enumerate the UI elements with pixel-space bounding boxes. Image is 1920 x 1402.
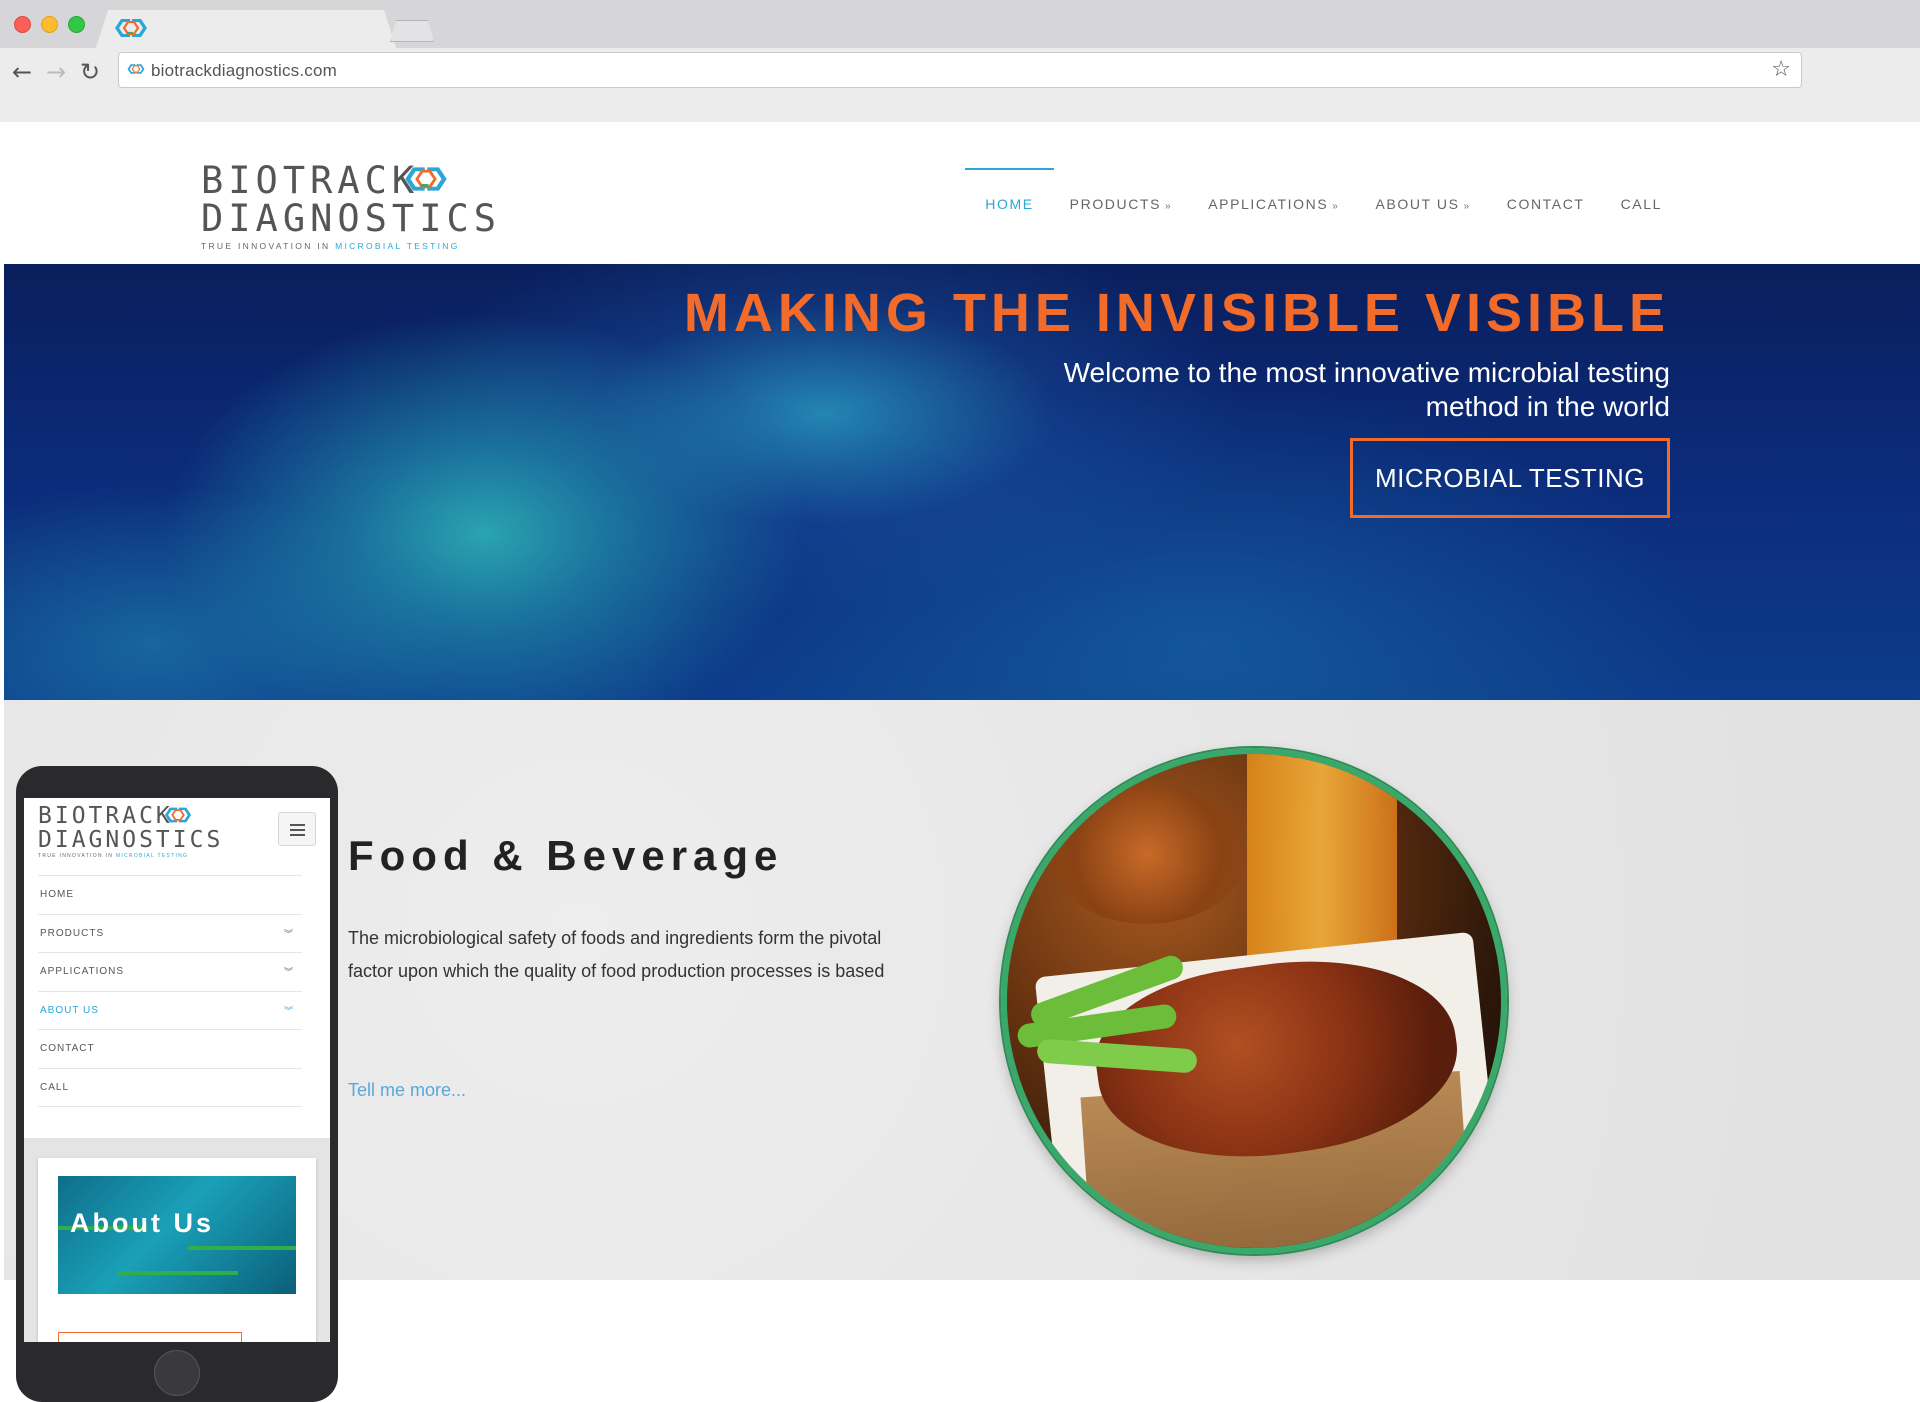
microbial-testing-button[interactable]: MICROBIAL TESTING — [1350, 438, 1670, 518]
tagline-part-1: TRUE INNOVATION IN — [201, 241, 336, 251]
hamburger-menu-icon[interactable] — [278, 812, 316, 846]
site-favicon-icon — [127, 62, 145, 81]
hero-banner: MAKING THE INVISIBLE VISIBLE Welcome to … — [4, 264, 1920, 700]
feature-title: Food & Beverage — [348, 832, 784, 879]
mobile-nav-home[interactable]: HOME — [38, 876, 302, 915]
back-arrow-icon[interactable]: ← — [12, 58, 32, 86]
feature-description: The microbiological safety of foods and … — [348, 928, 885, 981]
hero-subtitle: Welcome to the most innovative microbial… — [1063, 357, 1670, 422]
nav-about-us-label: ABOUT US — [1375, 196, 1460, 212]
logo-tagline: TRUE INNOVATION IN MICROBIAL TESTING — [201, 241, 501, 251]
mobile-nav-contact[interactable]: CONTACT — [38, 1030, 302, 1069]
nav-products-label: PRODUCTS — [1069, 196, 1162, 212]
mobile-logo[interactable]: BIOTRACK DIAGNOSTICS TRUE INNOVATION IN … — [38, 804, 223, 859]
mobile-tagline-part-1: TRUE INNOVATION IN — [38, 853, 116, 859]
nav-call-label: CALL — [1620, 196, 1662, 212]
nav-home[interactable]: HOME — [965, 168, 1055, 212]
nav-applications[interactable]: APPLICATIONS» — [1190, 196, 1357, 212]
minimize-window-button[interactable] — [41, 16, 58, 33]
mobile-tagline-part-2: MICROBIAL TESTING — [115, 853, 189, 859]
logo-mark-icon — [404, 164, 448, 199]
browser-chrome: ← → ↻ biotrackdiagnostics.com ☆ — [0, 0, 1920, 122]
railing-shape — [188, 1246, 296, 1250]
site-favicon-icon — [114, 17, 148, 44]
mobile-logo-line-2: DIAGNOSTICS — [38, 827, 224, 853]
mobile-nav-call-label: CALL — [40, 1081, 70, 1093]
chevron-down-icon: ︾ — [283, 928, 294, 939]
nav-applications-label: APPLICATIONS — [1208, 196, 1329, 212]
chevron-down-icon: » — [1332, 201, 1340, 212]
web-page: BIOTRACK DIAGNOSTICS TRUE INNOVATION IN … — [0, 122, 1920, 1402]
nav-call[interactable]: CALL — [1603, 196, 1680, 212]
site-logo[interactable]: BIOTRACK DIAGNOSTICS TRUE INNOVATION IN … — [201, 159, 502, 252]
food-image — [1001, 748, 1507, 1254]
about-us-card-button[interactable] — [58, 1332, 242, 1342]
mobile-nav-products-label: PRODUCTS — [40, 927, 105, 939]
reload-icon[interactable]: ↻ — [80, 58, 100, 86]
nav-products[interactable]: PRODUCTS» — [1052, 196, 1191, 212]
nav-home-label: HOME — [985, 196, 1034, 212]
mobile-nav: HOME PRODUCTS ︾ APPLICATIONS ︾ ABOUT US ︾ C… — [38, 875, 302, 1107]
chevron-down-icon: ︾ — [283, 1005, 294, 1016]
mobile-nav-applications-label: APPLICATIONS — [40, 966, 125, 977]
onion-rings-shape — [1047, 784, 1247, 924]
window-controls — [14, 16, 85, 33]
maximize-window-button[interactable] — [68, 16, 85, 33]
chevron-down-icon: » — [1165, 201, 1173, 212]
about-us-card-title: About Us — [70, 1208, 214, 1238]
browser-tab[interactable] — [96, 10, 396, 48]
mobile-logo-tagline: TRUE INNOVATION IN MICROBIAL TESTING — [38, 853, 223, 859]
logo-line-1: BIOTRACK — [201, 159, 420, 202]
forward-arrow-icon[interactable]: → — [46, 58, 66, 86]
main-nav: HOME PRODUCTS» APPLICATIONS» ABOUT US» C… — [965, 168, 1680, 212]
tagline-part-2: MICROBIAL TESTING — [335, 241, 460, 251]
mobile-nav-applications[interactable]: APPLICATIONS ︾ — [38, 953, 302, 992]
nav-contact[interactable]: CONTACT — [1489, 196, 1603, 212]
browser-toolbar: ← → ↻ biotrackdiagnostics.com ☆ — [0, 48, 1920, 122]
logo-line-2: DIAGNOSTICS — [201, 197, 502, 240]
nav-about-us[interactable]: ABOUT US» — [1357, 196, 1488, 212]
address-bar[interactable]: biotrackdiagnostics.com ☆ — [118, 52, 1802, 88]
about-us-image: About Us — [58, 1176, 296, 1294]
mobile-nav-products[interactable]: PRODUCTS ︾ — [38, 915, 302, 953]
railing-shape — [118, 1271, 238, 1275]
phone-screen: BIOTRACK DIAGNOSTICS TRUE INNOVATION IN … — [24, 798, 330, 1342]
mobile-logo-line-1: BIOTRACK — [38, 803, 173, 829]
close-window-button[interactable] — [14, 16, 31, 33]
mobile-nav-about-us-label: ABOUT US — [40, 1004, 99, 1016]
new-tab-button[interactable] — [390, 20, 434, 42]
tell-me-more-link[interactable]: Tell me more... — [348, 1080, 466, 1101]
chevron-down-icon: ︾ — [283, 967, 294, 977]
bookmark-star-icon[interactable]: ☆ — [1771, 57, 1791, 82]
mobile-nav-about-us[interactable]: ABOUT US ︾ — [38, 992, 302, 1030]
mobile-content-area: About Us — [24, 1138, 330, 1342]
logo-mark-icon — [164, 806, 192, 829]
url-text[interactable]: biotrackdiagnostics.com — [151, 61, 337, 81]
hero-title: MAKING THE INVISIBLE VISIBLE — [683, 283, 1670, 343]
phone-mockup: BIOTRACK DIAGNOSTICS TRUE INNOVATION IN … — [16, 766, 338, 1402]
about-us-card[interactable]: About Us — [38, 1158, 316, 1342]
mobile-nav-call[interactable]: CALL — [38, 1069, 302, 1107]
chevron-down-icon: » — [1463, 201, 1471, 212]
site-header: BIOTRACK DIAGNOSTICS TRUE INNOVATION IN … — [0, 122, 1920, 264]
mobile-nav-contact-label: CONTACT — [40, 1043, 95, 1054]
mobile-nav-home-label: HOME — [40, 889, 74, 900]
phone-home-button[interactable] — [154, 1350, 200, 1396]
nav-contact-label: CONTACT — [1506, 196, 1585, 212]
